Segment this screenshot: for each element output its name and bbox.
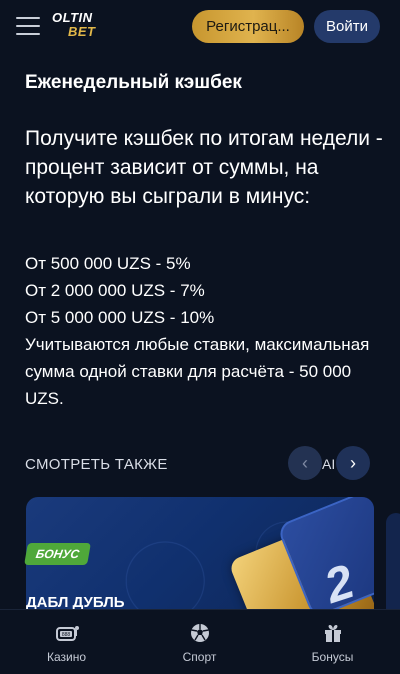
nav-item-sport[interactable]: Спорт: [133, 610, 266, 674]
see-all-label: AI: [322, 456, 336, 472]
tier-line: От 2 000 000 UZS - 7%: [25, 281, 205, 300]
tier-line: От 5 000 000 UZS - 10%: [25, 308, 215, 327]
next-promo-card-peek[interactable]: [386, 513, 400, 619]
page-title: Еженедельный кэшбек: [25, 72, 242, 93]
carousel-prev-button[interactable]: ‹: [288, 446, 322, 480]
chevron-right-icon: ›: [350, 452, 356, 473]
brand-logo[interactable]: OLTIN BET: [52, 10, 108, 42]
tier-line: От 500 000 UZS - 5%: [25, 254, 191, 273]
cashback-description: Получите кэшбек по итогам недели - проце…: [25, 127, 383, 208]
bottom-navigation: 888 Казино Спорт Бонусы: [0, 609, 400, 674]
bonus-badge: БОНУС: [24, 543, 92, 565]
svg-text:888: 888: [61, 632, 70, 638]
nav-item-bonuses[interactable]: Бонусы: [266, 610, 399, 674]
terms-note: Учитываются любые ставки, максимальная с…: [25, 335, 370, 408]
nav-item-label: Казино: [46, 650, 87, 664]
gift-icon: [321, 622, 345, 644]
cashback-terms: От 500 000 UZS - 5% От 2 000 000 UZS - 7…: [25, 250, 385, 412]
login-button[interactable]: Войти: [314, 10, 380, 43]
see-also-title: СМОТРЕТЬ ТАКЖЕ: [25, 456, 168, 473]
carousel-next-button[interactable]: ›: [336, 446, 370, 480]
top-header: OLTIN BET Регистрац... Войти: [0, 0, 400, 52]
register-button[interactable]: Регистрац...: [192, 10, 304, 43]
register-button-label: Регистрац...: [206, 18, 290, 35]
hamburger-menu-icon[interactable]: [14, 14, 42, 38]
logo-text-top: OLTIN: [52, 10, 93, 25]
casino-icon: 888: [55, 622, 79, 644]
soccer-ball-icon: [188, 622, 212, 644]
nav-item-label: Спорт: [182, 650, 217, 664]
nav-item-casino[interactable]: 888 Казино: [0, 610, 133, 674]
logo-text-bottom: BET: [68, 24, 96, 39]
nav-item-label: Бонусы: [311, 650, 354, 664]
chevron-left-icon: ‹: [302, 452, 308, 473]
